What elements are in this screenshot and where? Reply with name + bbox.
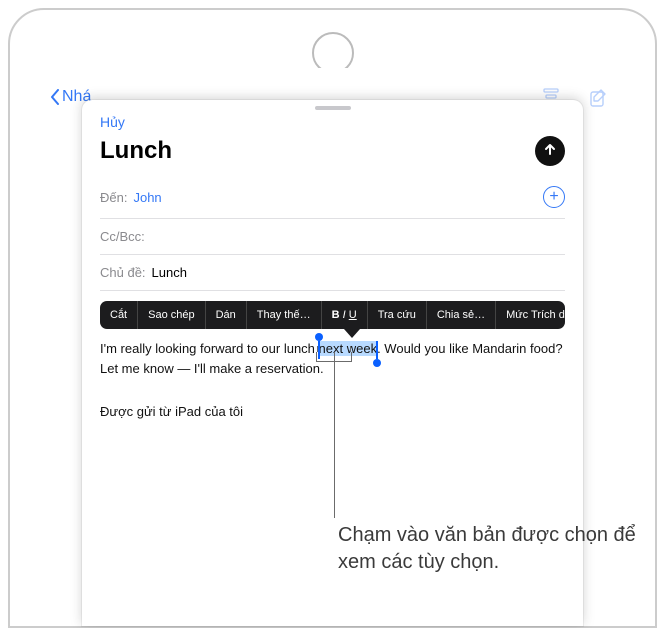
- to-value[interactable]: John: [133, 190, 161, 205]
- ctx-share[interactable]: Chia sẻ…: [427, 301, 496, 329]
- mail-title: Lunch: [100, 137, 172, 165]
- mail-signature[interactable]: Được gửi từ iPad của tôi: [100, 404, 565, 419]
- cc-bcc-label: Cc/Bcc:: [100, 229, 145, 244]
- body-before: I'm really looking forward to our lunch: [100, 341, 319, 356]
- callout-line: [334, 352, 335, 518]
- selection-handle-end[interactable]: [376, 341, 378, 359]
- add-recipient-button[interactable]: +: [543, 186, 565, 208]
- subject-label: Chủ đề:: [100, 265, 146, 280]
- ctx-paste[interactable]: Dán: [206, 301, 247, 329]
- subject-field[interactable]: Chủ đề: Lunch: [100, 255, 565, 291]
- cc-bcc-field[interactable]: Cc/Bcc:: [100, 219, 565, 255]
- text-context-menu: Cắt Sao chép Dán Thay thế… B I U Tra cứu…: [100, 301, 565, 329]
- send-button[interactable]: [535, 136, 565, 166]
- ctx-lookup[interactable]: Tra cứu: [368, 301, 427, 329]
- compose-icon[interactable]: [589, 88, 609, 113]
- to-label: Đến:: [100, 190, 127, 205]
- subject-value: Lunch: [152, 265, 187, 280]
- arrow-up-icon: [543, 142, 557, 161]
- ctx-biu[interactable]: B I U: [322, 301, 368, 329]
- cancel-button[interactable]: Hủy: [100, 114, 565, 130]
- to-field[interactable]: Đến: John +: [100, 176, 565, 219]
- callout-text: Chạm vào văn bản được chọn để xem các tù…: [338, 522, 638, 576]
- ctx-replace[interactable]: Thay thế…: [247, 301, 322, 329]
- ctx-pointer: [344, 329, 360, 338]
- ctx-copy[interactable]: Sao chép: [138, 301, 205, 329]
- ctx-cut[interactable]: Cắt: [100, 301, 138, 329]
- ctx-quote-level[interactable]: Mức Trích dẫn: [496, 301, 565, 329]
